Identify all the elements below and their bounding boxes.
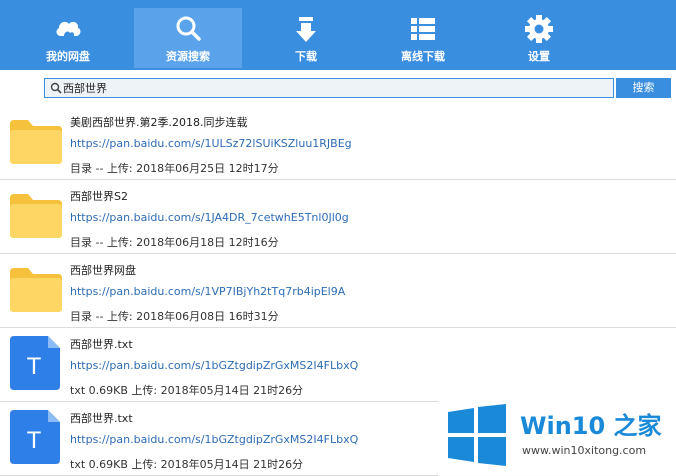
- folder-icon: [10, 194, 62, 238]
- list-item[interactable]: T 西部世界.txt https://pan.baidu.com/s/1bGZt…: [0, 328, 676, 402]
- windows-logo-icon: [448, 404, 506, 466]
- result-meta: 目录 -- 上传: 2018年06月08日 16时31分: [70, 310, 279, 323]
- text-file-icon: T: [10, 336, 60, 390]
- file-type-letter: T: [26, 429, 41, 454]
- result-title: 西部世界网盘: [70, 264, 136, 277]
- result-title: 西部世界.txt: [70, 338, 133, 351]
- folder-icon: [10, 268, 62, 312]
- result-title: 西部世界.txt: [70, 412, 133, 425]
- nav-my-netdisk[interactable]: 我的网盘: [14, 8, 122, 68]
- file-type-letter: T: [26, 355, 41, 380]
- search-input[interactable]: [63, 80, 603, 96]
- nav-settings[interactable]: 设置: [485, 8, 593, 68]
- nav-label: 下载: [295, 50, 317, 63]
- gear-icon: [525, 15, 553, 43]
- watermark-url: www.win10xitong.com: [522, 444, 647, 457]
- result-meta: 目录 -- 上传: 2018年06月25日 12时17分: [70, 162, 279, 175]
- top-nav-bar: 我的网盘 资源搜索 下载 离线下载 设置: [0, 0, 676, 70]
- result-meta: txt 0.69KB 上传: 2018年05月14日 21时26分: [70, 458, 304, 471]
- download-arrow-icon: [296, 17, 316, 42]
- nav-label: 离线下载: [401, 50, 445, 63]
- list-item[interactable]: 美剧西部世界.第2季.2018.同步连载 https://pan.baidu.c…: [0, 106, 676, 180]
- watermark-title: Win10 之家: [520, 412, 662, 440]
- result-meta: txt 0.69KB 上传: 2018年05月14日 21时26分: [70, 384, 304, 397]
- cloud-icon: [56, 21, 81, 36]
- watermark: Win10 之家 www.win10xitong.com: [438, 396, 676, 476]
- nav-label: 我的网盘: [46, 50, 90, 63]
- list-icon: [411, 18, 435, 40]
- text-file-icon: T: [10, 410, 60, 464]
- search-button[interactable]: 搜索: [616, 78, 671, 98]
- nav-label: 资源搜索: [166, 50, 210, 63]
- folder-icon: [10, 120, 62, 164]
- result-title: 美剧西部世界.第2季.2018.同步连载: [70, 116, 248, 129]
- result-link[interactable]: https://pan.baidu.com/s/1bGZtgdipZrGxMS2…: [70, 433, 358, 446]
- nav-offline-download[interactable]: 离线下载: [369, 8, 477, 68]
- nav-download[interactable]: 下载: [252, 8, 360, 68]
- list-item[interactable]: 西部世界网盘 https://pan.baidu.com/s/1VP7IBjYh…: [0, 254, 676, 328]
- result-link[interactable]: https://pan.baidu.com/s/1VP7IBjYh2tTq7rb…: [70, 285, 345, 298]
- search-icon: [176, 16, 201, 41]
- result-link[interactable]: https://pan.baidu.com/s/1JA4DR_7cetwhE5T…: [70, 211, 349, 224]
- search-box[interactable]: [44, 78, 614, 98]
- nav-resource-search[interactable]: 资源搜索: [134, 8, 242, 68]
- result-link[interactable]: https://pan.baidu.com/s/1bGZtgdipZrGxMS2…: [70, 359, 358, 372]
- result-meta: 目录 -- 上传: 2018年06月18日 12时16分: [70, 236, 279, 249]
- result-title: 西部世界S2: [70, 190, 128, 203]
- nav-label: 设置: [528, 50, 550, 63]
- search-icon: [50, 82, 62, 94]
- result-link[interactable]: https://pan.baidu.com/s/1ULSz72lSUiKSZlu…: [70, 137, 352, 150]
- list-item[interactable]: 西部世界S2 https://pan.baidu.com/s/1JA4DR_7c…: [0, 180, 676, 254]
